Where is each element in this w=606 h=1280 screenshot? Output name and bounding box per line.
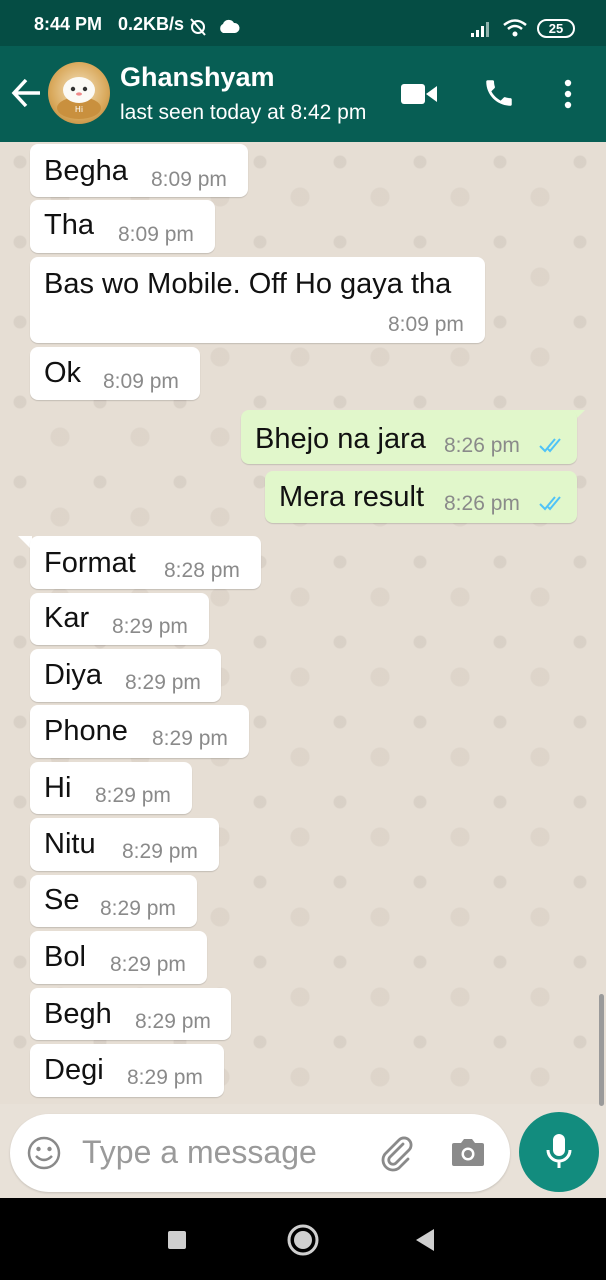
message-text: Format (44, 547, 136, 579)
avatar-image: Hi (57, 77, 101, 119)
message-time: 8:29 pm (135, 1010, 211, 1033)
mic-icon (546, 1134, 572, 1168)
message-time: 8:29 pm (110, 953, 186, 976)
message-time: 8:29 pm (152, 727, 228, 750)
nav-home-icon[interactable] (286, 1223, 320, 1257)
message-text: Tha (44, 209, 94, 241)
message-incoming[interactable]: Degi 8:29 pm (30, 1044, 224, 1097)
chat-header: Hi Ghanshyam last seen today at 8:42 pm (0, 46, 606, 142)
contact-name[interactable]: Ghanshyam (120, 62, 275, 93)
video-call-icon[interactable] (400, 82, 438, 106)
message-incoming[interactable]: Begh 8:29 pm (30, 988, 231, 1040)
message-time: 8:26 pm (444, 492, 520, 515)
wifi-icon (503, 19, 527, 37)
nav-back-icon[interactable] (414, 1228, 436, 1252)
message-text: Kar (44, 602, 90, 634)
nav-recents-icon[interactable] (167, 1230, 187, 1250)
message-time: 8:09 pm (151, 168, 227, 191)
status-time: 8:44 PM (34, 14, 103, 34)
message-incoming[interactable]: Kar 8:29 pm (30, 593, 209, 645)
message-text: Bol (44, 941, 86, 973)
message-text: Begh (44, 998, 112, 1030)
message-text: Diya (44, 659, 103, 691)
message-text: Nitu (44, 828, 96, 860)
message-incoming[interactable]: Bol 8:29 pm (30, 931, 207, 984)
cloud-icon (220, 19, 240, 33)
message-incoming[interactable]: Bas wo Mobile. Off Ho gaya tha 8:09 pm (30, 257, 485, 343)
message-time: 8:09 pm (388, 313, 464, 336)
message-incoming[interactable]: Nitu 8:29 pm (30, 818, 219, 871)
message-incoming[interactable]: Phone 8:29 pm (30, 705, 249, 758)
message-text: Mera result (279, 481, 425, 513)
signal-icon (471, 22, 489, 37)
camera-icon[interactable] (450, 1136, 486, 1168)
back-arrow-icon[interactable] (10, 76, 44, 110)
message-incoming[interactable]: Ok 8:09 pm (30, 347, 200, 400)
message-text: Degi (44, 1054, 104, 1086)
alarm-off-icon (190, 18, 206, 36)
read-ticks-icon (539, 496, 561, 511)
attach-icon[interactable] (376, 1132, 416, 1172)
message-text: Bhejo na jara (255, 423, 426, 455)
mic-button[interactable] (519, 1112, 599, 1192)
chat-scrollbar[interactable] (599, 994, 604, 1106)
message-time: 8:28 pm (164, 559, 240, 582)
chat-area[interactable]: Begha 8:09 pm Tha 8:09 pm Bas wo Mobile.… (0, 142, 606, 1104)
message-time: 8:29 pm (100, 897, 176, 920)
message-text: Bas wo Mobile. Off Ho gaya tha (44, 268, 452, 300)
last-seen-status: last seen today at 8:42 pm (120, 101, 367, 124)
message-time: 8:29 pm (122, 840, 198, 863)
message-text: Se (44, 884, 80, 916)
message-incoming[interactable]: Tha 8:09 pm (30, 200, 215, 253)
emoji-icon[interactable] (26, 1135, 62, 1171)
message-time: 8:09 pm (103, 370, 179, 393)
status-bar: 8:44 PM 0.2KB/s 25 (0, 0, 606, 46)
message-composer[interactable]: Type a message (10, 1114, 510, 1192)
message-outgoing[interactable]: Mera result 8:26 pm (265, 471, 577, 523)
system-nav-bar (0, 1198, 606, 1280)
network-speed: 0.2KB/s (118, 14, 185, 34)
message-text: Begha (44, 155, 128, 187)
message-time: 8:26 pm (444, 434, 520, 457)
message-incoming[interactable]: Hi 8:29 pm (30, 762, 192, 814)
message-incoming[interactable]: Se 8:29 pm (30, 875, 197, 927)
message-time: 8:29 pm (112, 615, 188, 638)
read-ticks-icon (539, 438, 561, 453)
message-text: Hi (44, 772, 72, 804)
message-incoming[interactable]: Diya 8:29 pm (30, 649, 221, 702)
message-time: 8:29 pm (125, 671, 201, 694)
message-text: Ok (44, 357, 82, 389)
battery-indicator: 25 (537, 19, 575, 38)
message-time: 8:09 pm (118, 223, 194, 246)
message-incoming[interactable]: Begha 8:09 pm (30, 144, 248, 197)
message-outgoing[interactable]: Bhejo na jara 8:26 pm (241, 410, 577, 464)
more-options-icon[interactable] (562, 78, 574, 110)
phone-icon[interactable] (482, 76, 516, 110)
message-text: Phone (44, 715, 128, 747)
message-incoming[interactable]: Format 8:28 pm (30, 536, 261, 589)
message-time: 8:29 pm (127, 1066, 203, 1089)
contact-avatar[interactable]: Hi (48, 62, 110, 124)
svg-text:Hi: Hi (75, 105, 83, 114)
message-input[interactable]: Type a message (82, 1134, 317, 1171)
message-time: 8:29 pm (95, 784, 171, 807)
